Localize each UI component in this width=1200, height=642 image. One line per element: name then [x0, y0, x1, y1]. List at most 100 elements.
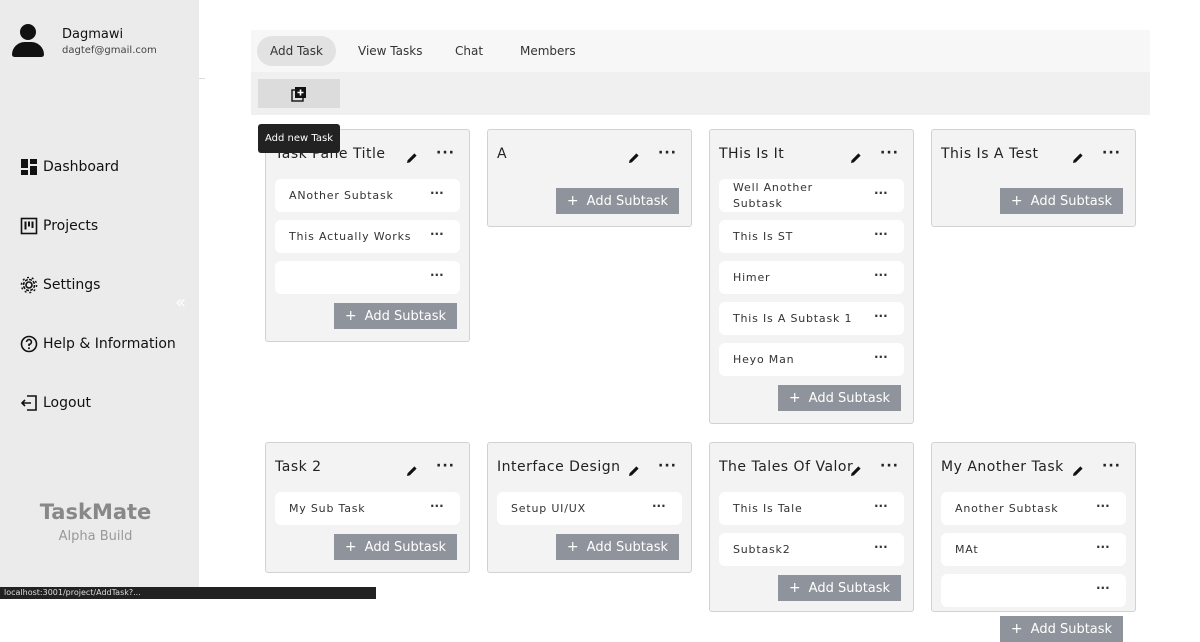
- edit-pencil-icon[interactable]: [850, 149, 862, 163]
- plus-icon: +: [788, 580, 801, 596]
- edit-pencil-icon[interactable]: [850, 462, 862, 476]
- subtask-item[interactable]: ANother Subtask ···: [275, 179, 460, 212]
- subtask-more-icon[interactable]: ···: [1096, 581, 1110, 595]
- subtask-more-icon[interactable]: ···: [430, 186, 444, 200]
- subtask-more-icon[interactable]: ···: [430, 499, 444, 513]
- add-subtask-button[interactable]: + Add Subtask: [556, 188, 679, 214]
- subtask-item[interactable]: This Is Tale ···: [719, 492, 904, 525]
- add-subtask-label: Add Subtask: [1030, 193, 1113, 209]
- subtask-item[interactable]: This Is A Subtask 1 ···: [719, 302, 904, 335]
- toolbar: [251, 72, 1150, 115]
- subtask-item[interactable]: Another Subtask ···: [941, 492, 1126, 525]
- tooltip: Add new Task: [258, 124, 340, 153]
- edit-pencil-icon[interactable]: [406, 149, 418, 163]
- subtask-item[interactable]: This Is ST ···: [719, 220, 904, 253]
- subtask-more-icon[interactable]: ···: [874, 268, 888, 282]
- help-icon: [20, 335, 38, 353]
- subtask-more-icon[interactable]: ···: [1096, 540, 1110, 554]
- task-pane: This Is A Test ··· + Add Subtask: [931, 129, 1136, 227]
- more-options-icon[interactable]: ···: [880, 458, 899, 474]
- edit-pencil-icon[interactable]: [406, 462, 418, 476]
- task-pane-title: This Is A Test: [941, 146, 1039, 162]
- user-profile[interactable]: Dagmawi dagtef@gmail.com: [12, 24, 157, 58]
- subtask-more-icon[interactable]: ···: [874, 186, 888, 200]
- edit-pencil-icon[interactable]: [628, 149, 640, 163]
- tab-add-task[interactable]: Add Task: [257, 36, 336, 66]
- add-subtask-button[interactable]: + Add Subtask: [556, 534, 679, 560]
- more-options-icon[interactable]: ···: [1102, 145, 1121, 161]
- subtask-item[interactable]: My Sub Task ···: [275, 492, 460, 525]
- sidebar-item-help[interactable]: Help & Information: [20, 335, 176, 353]
- add-subtask-button[interactable]: + Add Subtask: [778, 575, 901, 601]
- add-subtask-label: Add Subtask: [364, 539, 447, 555]
- subtask-label: [289, 261, 419, 294]
- add-subtask-button[interactable]: + Add Subtask: [334, 534, 457, 560]
- plus-icon: +: [566, 193, 579, 209]
- task-pane-title: Task 2: [275, 459, 322, 475]
- plus-icon: +: [1010, 193, 1023, 209]
- sidebar-item-settings[interactable]: Settings: [20, 276, 100, 294]
- add-subtask-button[interactable]: + Add Subtask: [334, 303, 457, 329]
- more-options-icon[interactable]: ···: [880, 145, 899, 161]
- subtask-item[interactable]: Himer ···: [719, 261, 904, 294]
- subtask-more-icon[interactable]: ···: [874, 350, 888, 364]
- more-options-icon[interactable]: ···: [658, 145, 677, 161]
- edit-pencil-icon[interactable]: [1072, 462, 1084, 476]
- sidebar-item-dashboard[interactable]: Dashboard: [20, 158, 119, 176]
- add-subtask-button[interactable]: + Add Subtask: [1000, 616, 1123, 642]
- sidebar-item-logout[interactable]: Logout: [20, 394, 91, 412]
- projects-icon: [20, 217, 38, 235]
- add-subtask-button[interactable]: + Add Subtask: [778, 385, 901, 411]
- subtask-item[interactable]: ···: [275, 261, 460, 294]
- tab-bar: Add Task View Tasks Chat Members: [251, 30, 1150, 72]
- subtask-label: This Actually Works: [289, 229, 412, 243]
- subtask-label: This Is ST: [733, 229, 794, 243]
- brand-subtitle: Alpha Build: [58, 529, 133, 544]
- more-options-icon[interactable]: ···: [1102, 458, 1121, 474]
- add-task-button[interactable]: [258, 79, 340, 108]
- subtask-more-icon[interactable]: ···: [430, 268, 444, 282]
- task-pane-title: My Another Task: [941, 459, 1064, 475]
- subtask-more-icon[interactable]: ···: [1096, 499, 1110, 513]
- subtask-more-icon[interactable]: ···: [874, 309, 888, 323]
- more-options-icon[interactable]: ···: [436, 458, 455, 474]
- subtask-label: Himer: [733, 270, 771, 284]
- task-pane-title: Interface Design: [497, 459, 621, 475]
- subtask-item[interactable]: This Actually Works ···: [275, 220, 460, 253]
- more-options-icon[interactable]: ···: [436, 145, 455, 161]
- task-pane-title: The Tales Of Valor: [719, 459, 854, 475]
- tab-view-tasks[interactable]: View Tasks: [345, 36, 435, 66]
- sidebar-item-projects[interactable]: Projects: [20, 217, 98, 235]
- subtask-item[interactable]: Subtask2 ···: [719, 533, 904, 566]
- subtask-item[interactable]: ···: [941, 574, 1126, 607]
- collapse-sidebar-icon[interactable]: «: [175, 292, 186, 313]
- brand-name: TaskMate: [39, 500, 152, 524]
- subtask-item[interactable]: Setup UI/UX ···: [497, 492, 682, 525]
- edit-pencil-icon[interactable]: [1072, 149, 1084, 163]
- more-options-icon[interactable]: ···: [658, 458, 677, 474]
- task-pane-title: A: [497, 146, 508, 162]
- subtask-more-icon[interactable]: ···: [874, 227, 888, 241]
- edit-pencil-icon[interactable]: [628, 462, 640, 476]
- add-subtask-label: Add Subtask: [586, 539, 669, 555]
- plus-icon: +: [1010, 621, 1023, 637]
- subtask-label: This Is Tale: [733, 501, 803, 515]
- subtask-label: This Is A Subtask 1: [733, 311, 853, 325]
- subtask-label: MAt: [955, 542, 979, 556]
- subtask-item[interactable]: Well Another Subtask ···: [719, 179, 904, 212]
- add-subtask-button[interactable]: + Add Subtask: [1000, 188, 1123, 214]
- task-pane: The Tales Of Valor ··· This Is Tale ··· Subt…: [709, 442, 914, 612]
- subtask-more-icon[interactable]: ···: [874, 499, 888, 513]
- gear-icon: [20, 276, 38, 294]
- plus-icon: +: [788, 390, 801, 406]
- subtask-more-icon[interactable]: ···: [874, 540, 888, 554]
- subtask-item[interactable]: MAt ···: [941, 533, 1126, 566]
- task-pane: A ··· + Add Subtask: [487, 129, 692, 227]
- subtask-more-icon[interactable]: ···: [430, 227, 444, 241]
- tab-chat[interactable]: Chat: [442, 36, 496, 66]
- subtask-more-icon[interactable]: ···: [652, 499, 666, 513]
- sidebar-item-label: Logout: [43, 395, 91, 411]
- subtask-item[interactable]: Heyo Man ···: [719, 343, 904, 376]
- tab-members[interactable]: Members: [507, 36, 589, 66]
- logout-icon: [20, 395, 37, 411]
